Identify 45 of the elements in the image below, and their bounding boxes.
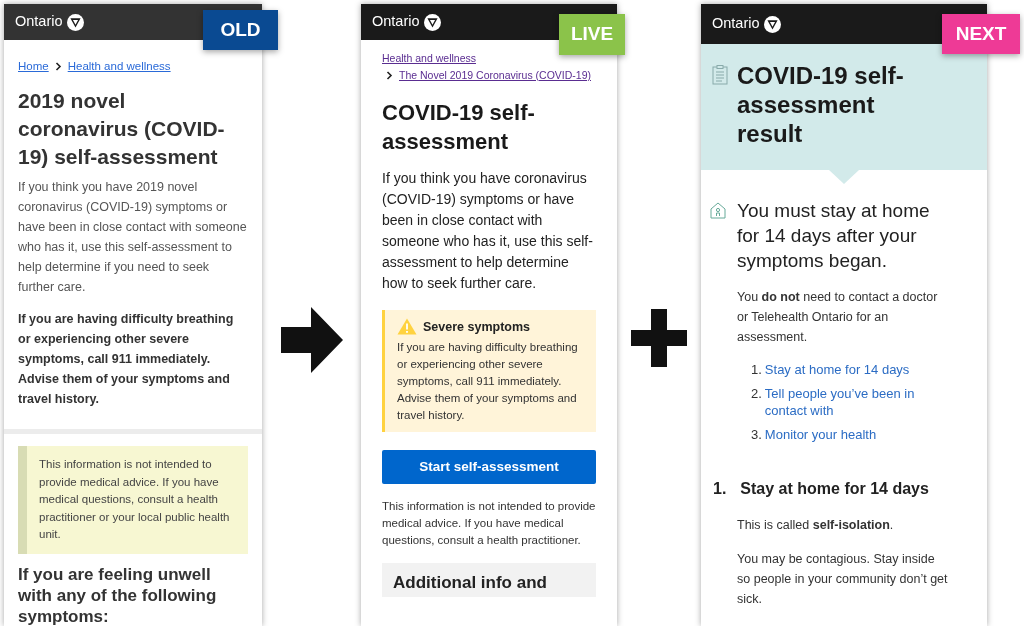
- list-number: 1.: [751, 361, 762, 378]
- trillium-logo-icon: [423, 13, 441, 31]
- step-link[interactable]: Stay at home for 14 days: [764, 361, 910, 378]
- section-heading: If you are feeling unwell with any of the following symptoms:: [18, 563, 218, 626]
- version-badge: NEXT: [942, 14, 1020, 54]
- step-number: 1.: [713, 479, 727, 499]
- list-number: 2.: [751, 385, 762, 403]
- house-icon: [710, 202, 726, 219]
- alert-title: Severe symptoms: [423, 318, 530, 336]
- intro-paragraph: If you think you have coronavirus (COVID-19) symptoms or have been in close contact with someone who has it, use this self-assessment to help determine how to seek further care.: [382, 168, 594, 293]
- plus-icon: [631, 309, 687, 367]
- warning-icon: [397, 318, 417, 336]
- step-heading: Stay at home for 14 days: [740, 479, 929, 499]
- brand-name: Ontario: [712, 14, 760, 34]
- trillium-logo-icon: [66, 13, 84, 31]
- page-heading: 2019 novel coronavirus (COVID-19) self-assessment: [18, 88, 226, 171]
- body-text: You may be contagious. Stay inside so people in your community don’t get sick.: [737, 551, 949, 608]
- breadcrumb-link[interactable]: Home: [18, 58, 49, 76]
- version-badge: LIVE: [559, 14, 625, 55]
- breadcrumb-link[interactable]: Health and wellness: [382, 51, 476, 67]
- page-heading: COVID-19 self-assessment: [382, 98, 536, 156]
- version-badge: OLD: [203, 10, 278, 50]
- chevron-icon: [386, 71, 393, 81]
- trillium-logo-icon: [763, 15, 781, 33]
- body-text: This information is not intended to provide medical advice. If you have medical questions, consult a health practitioner.: [382, 499, 596, 549]
- result-lead: You must stay at home for 14 days after your symptoms began.: [737, 199, 931, 273]
- start-assessment-button[interactable]: Start self-assessment: [382, 450, 596, 485]
- body-text: You do not need to contact a doctor or Telehealth Ontario for an assessment.: [737, 289, 939, 346]
- step-link[interactable]: Tell people you’ve been in contact with: [764, 385, 951, 419]
- warning-paragraph: If you are having difficulty breathing or experiencing other severe symptoms, call 911 immediately. Advise them of your symptoms and travel history.: [18, 311, 235, 409]
- intro-paragraph: If you think you have 2019 novel coronavirus (COVID-19) symptoms or have been in close contact with someone who has it, use this self-assessment to help determine if you need to seek further care.: [18, 179, 248, 297]
- panel-heading: Additional info and: [393, 573, 547, 593]
- body-text: This is called self-isolation.: [737, 517, 895, 534]
- breadcrumb-link[interactable]: Health and wellness: [67, 58, 171, 76]
- brand-name: Ontario: [372, 12, 420, 32]
- clipboard-icon: [712, 65, 728, 85]
- disclaimer-note: This information is not intended to provide medical advice. If you have medical questions, consult a health practitioner or your local public health unit.: [18, 446, 248, 554]
- right-arrow-icon: [280, 307, 343, 373]
- list-number: 3.: [751, 426, 762, 443]
- result-heading: COVID-19 self-assessment result: [737, 61, 905, 148]
- breadcrumb-link[interactable]: The Novel 2019 Coronavirus (COVID-19): [399, 67, 591, 84]
- chevron-icon: [54, 62, 62, 72]
- brand-name: Ontario: [15, 12, 63, 32]
- alert-text: If you are having difficulty breathing or experiencing other severe symptoms, call 911 immediately. Advise them of your symptoms and travel history.: [397, 340, 579, 424]
- step-link[interactable]: Monitor your health: [764, 426, 877, 443]
